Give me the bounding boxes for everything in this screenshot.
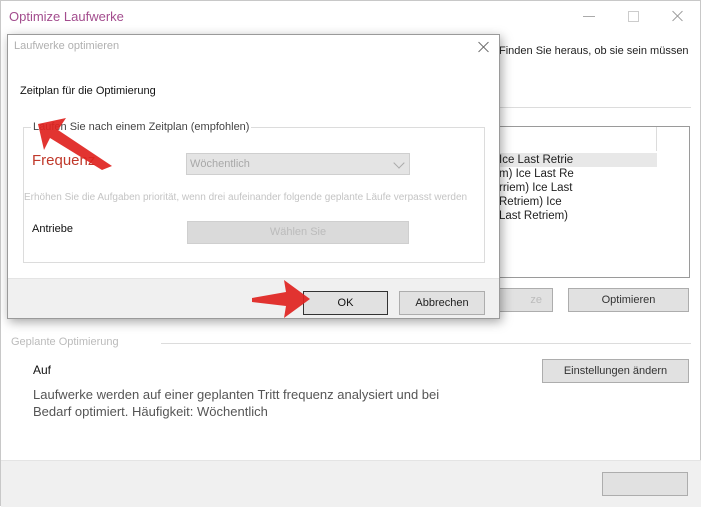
drive-row[interactable]: Retriem) Ice xyxy=(499,195,657,209)
schedule-status: Auf xyxy=(33,363,52,377)
drive-list-header xyxy=(499,127,657,151)
window-footer xyxy=(1,460,701,507)
divider xyxy=(161,343,691,344)
optimize-button[interactable]: Optimieren xyxy=(568,288,689,312)
schedule-description: Laufwerke werden auf einer geplanten Tri… xyxy=(33,387,440,419)
drive-rows: Ice Last Retrie m) Ice Last Re rriem) Ic… xyxy=(499,153,657,223)
maximize-icon[interactable] xyxy=(626,9,640,23)
dialog-close-icon[interactable] xyxy=(477,40,491,54)
minimize-icon[interactable] xyxy=(582,9,596,23)
analyze-button[interactable]: ze xyxy=(497,288,553,312)
window-title: Optimize Laufwerke xyxy=(9,9,124,24)
change-settings-button[interactable]: Einstellungen ändern xyxy=(542,359,689,383)
drive-row[interactable]: m) Ice Last Re xyxy=(499,167,657,181)
ok-button[interactable]: OK xyxy=(303,291,388,315)
drive-row[interactable]: Ice Last Retrie xyxy=(499,153,657,167)
scheduled-optimization-legend: Geplante Optimierung xyxy=(11,336,119,348)
drive-list[interactable]: Ice Last Retrie m) Ice Last Re rriem) Ic… xyxy=(499,126,690,278)
drive-row[interactable]: rriem) Ice Last xyxy=(499,181,657,195)
optimize-schedule-dialog: Laufwerke optimieren Zeitplan für die Op… xyxy=(7,34,500,319)
close-icon[interactable] xyxy=(671,9,685,23)
priority-checkbox[interactable]: Erhöhen Sie die Aufgaben priorität, wenn… xyxy=(24,192,467,203)
intro-text: Finden Sie heraus, ob sie sein müssen xyxy=(499,45,689,57)
drive-row[interactable]: Last Retriem) xyxy=(499,209,657,223)
frequency-select[interactable]: Wöchentlich xyxy=(186,153,410,175)
dialog-heading: Zeitplan für die Optimierung xyxy=(20,85,156,97)
drives-label: Antriebe xyxy=(32,223,73,235)
red-arrow-icon xyxy=(38,118,112,170)
frequency-value: Wöchentlich xyxy=(190,158,250,170)
red-arrow-icon xyxy=(252,280,310,318)
divider xyxy=(499,107,691,108)
cancel-button[interactable]: Abbrechen xyxy=(399,291,485,315)
close-button[interactable] xyxy=(602,472,688,496)
chevron-down-icon xyxy=(393,157,405,169)
dialog-title: Laufwerke optimieren xyxy=(14,40,120,52)
choose-drives-button[interactable]: Wählen Sie xyxy=(187,221,409,244)
